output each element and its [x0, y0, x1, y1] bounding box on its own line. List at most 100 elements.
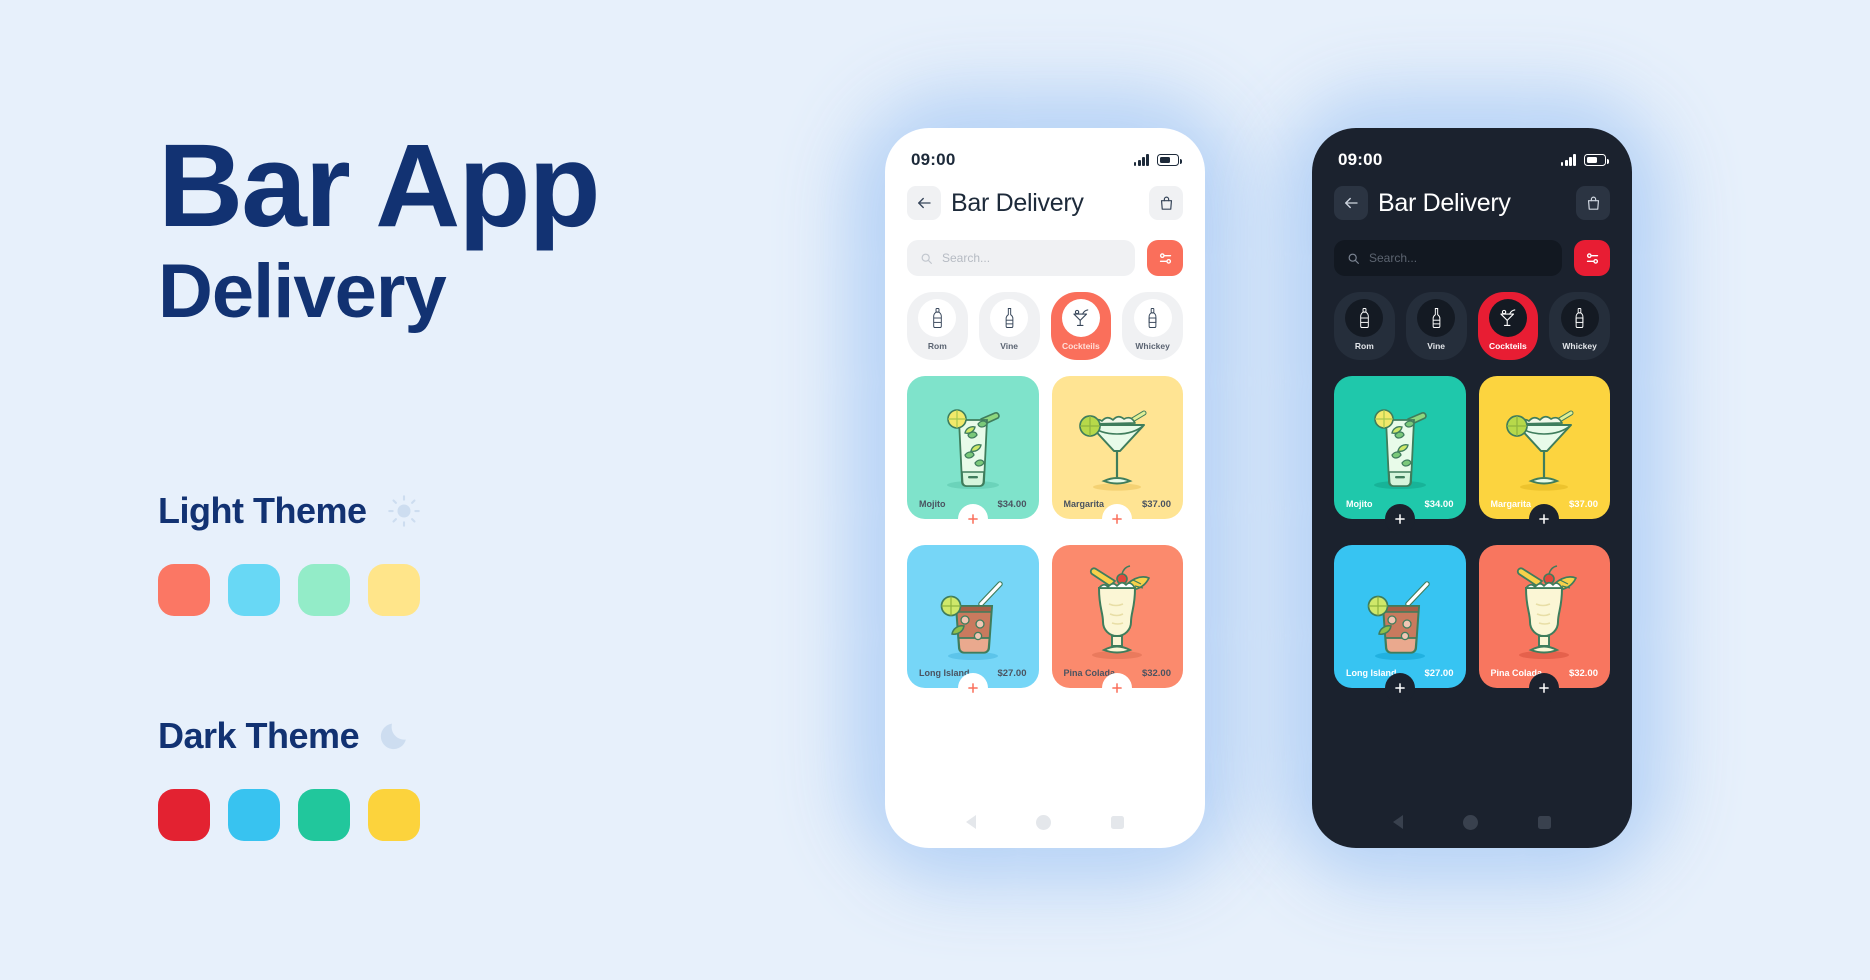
pina-colada-glass-icon	[1061, 554, 1175, 662]
swatch-dark-1	[158, 789, 210, 841]
swatch-light-4	[368, 564, 420, 616]
category-cockteils[interactable]: Cockteils	[1050, 292, 1112, 360]
category-whickey[interactable]: Whickey	[1549, 292, 1610, 360]
product-name: Mojito	[1346, 499, 1373, 509]
category-label: Vine	[1000, 341, 1019, 351]
add-to-cart-button[interactable]	[1102, 673, 1133, 703]
battery-icon	[1157, 154, 1183, 166]
battery-icon	[1584, 154, 1610, 166]
add-to-cart-button[interactable]	[957, 504, 988, 534]
product-name: Mojito	[919, 499, 946, 509]
page-title: Bar App	[158, 120, 601, 252]
rum-bottle-icon	[1345, 299, 1384, 337]
long-island-glass-icon	[916, 554, 1030, 662]
app-title: Bar Delivery	[951, 188, 1084, 217]
mojito-glass-icon	[1343, 385, 1457, 493]
add-to-cart-button[interactable]	[1384, 673, 1415, 703]
cart-button[interactable]	[1576, 186, 1610, 220]
back-arrow-icon	[918, 197, 931, 209]
signal-bars-icon	[1133, 154, 1149, 166]
product-grid: Mojito $34.00 Long Island $27.00 Margari…	[885, 360, 1205, 714]
cart-button[interactable]	[1149, 186, 1183, 220]
wine-bottle-icon	[1417, 299, 1456, 337]
category-vine[interactable]: Vine	[978, 292, 1040, 360]
swatch-light-2	[228, 564, 280, 616]
plus-icon	[1112, 683, 1123, 693]
add-to-cart-button[interactable]	[957, 673, 988, 703]
add-to-cart-button[interactable]	[1102, 504, 1133, 534]
app-title: Bar Delivery	[1378, 188, 1511, 217]
plus-icon	[967, 683, 978, 693]
dark-screen: 09:00 Bar Delivery Search... Rom Vine Co…	[1312, 128, 1632, 848]
product-card-long-island[interactable]: Long Island $27.00	[907, 545, 1039, 703]
category-label: Rom	[1354, 341, 1374, 351]
product-price: $32.00	[1568, 668, 1598, 679]
shopping-bag-icon	[1160, 196, 1172, 210]
nav-back-icon[interactable]	[1393, 815, 1403, 829]
product-card-mojito[interactable]: Mojito $34.00	[907, 376, 1039, 534]
add-to-cart-button[interactable]	[1529, 673, 1560, 703]
plus-icon	[967, 514, 978, 524]
nav-recents-icon[interactable]	[1111, 815, 1124, 829]
filter-button[interactable]	[1574, 240, 1610, 276]
search-input[interactable]: Search...	[907, 240, 1135, 276]
category-list: Rom Vine Cockteils Whickey	[885, 276, 1205, 360]
category-label: Cockteils	[1488, 341, 1527, 351]
product-price: $37.00	[1568, 499, 1598, 510]
search-row: Search...	[1312, 228, 1632, 276]
category-rom[interactable]: Rom	[907, 292, 968, 360]
nav-home-icon[interactable]	[1463, 814, 1478, 830]
product-card-margarita[interactable]: Margarita $37.00	[1478, 376, 1610, 534]
product-card-pina-colada[interactable]: Pina Colada $32.00	[1051, 545, 1183, 703]
long-island-glass-icon	[1343, 554, 1457, 662]
search-placeholder: Search...	[942, 251, 991, 265]
product-card-pina-colada[interactable]: Pina Colada $32.00	[1478, 545, 1610, 703]
product-name: Margarita	[1063, 499, 1105, 509]
nav-back-icon[interactable]	[966, 815, 976, 829]
filter-sliders-icon	[1159, 252, 1171, 264]
plus-icon	[1539, 683, 1550, 693]
moon-icon	[380, 723, 407, 750]
whiskey-bottle-icon	[1133, 299, 1172, 337]
product-column-left: Mojito $34.00 Long Island $27.00	[907, 376, 1039, 714]
nav-home-icon[interactable]	[1036, 814, 1051, 830]
cocktail-glass-icon	[1488, 299, 1527, 337]
page-subtitle: Delivery	[158, 249, 447, 335]
search-input[interactable]: Search...	[1334, 240, 1562, 276]
category-vine[interactable]: Vine	[1405, 292, 1467, 360]
swatch-dark-4	[368, 789, 420, 841]
status-bar: 09:00	[1312, 128, 1632, 172]
hero-text-block: Bar App Delivery	[158, 120, 818, 335]
product-card-long-island[interactable]: Long Island $27.00	[1334, 545, 1466, 703]
add-to-cart-button[interactable]	[1384, 504, 1415, 534]
status-bar: 09:00	[885, 128, 1205, 172]
swatch-dark-3	[298, 789, 350, 841]
category-label: Vine	[1427, 341, 1446, 351]
product-name: Margarita	[1490, 499, 1532, 509]
light-theme-legend: Light Theme	[158, 490, 421, 616]
back-button[interactable]	[1334, 186, 1368, 220]
product-card-mojito[interactable]: Mojito $34.00	[1334, 376, 1466, 534]
dark-theme-phone-mockup: 09:00 Bar Delivery Search... Rom Vine Co…	[1312, 128, 1632, 848]
cocktail-glass-icon	[1061, 299, 1100, 337]
filter-button[interactable]	[1147, 240, 1183, 276]
plus-icon	[1539, 514, 1550, 524]
add-to-cart-button[interactable]	[1529, 504, 1560, 534]
category-rom[interactable]: Rom	[1334, 292, 1395, 360]
sun-icon	[387, 495, 420, 527]
category-cockteils[interactable]: Cockteils	[1477, 292, 1539, 360]
filter-sliders-icon	[1586, 252, 1598, 264]
product-grid: Mojito $34.00 Long Island $27.00 Margari…	[1312, 360, 1632, 714]
product-price: $34.00	[1424, 499, 1454, 510]
back-button[interactable]	[907, 186, 941, 220]
light-screen: 09:00 Bar Delivery Search... Rom Vine Co…	[885, 128, 1205, 848]
light-theme-phone-mockup: 09:00 Bar Delivery Search... Rom Vine Co…	[885, 128, 1205, 848]
light-theme-swatches	[158, 564, 421, 616]
signal-bars-icon	[1560, 154, 1576, 166]
product-column-right: Margarita $37.00 Pina Colada $32.00	[1478, 376, 1610, 714]
category-whickey[interactable]: Whickey	[1122, 292, 1183, 360]
plus-icon	[1394, 514, 1405, 524]
product-card-margarita[interactable]: Margarita $37.00	[1051, 376, 1183, 534]
nav-recents-icon[interactable]	[1538, 815, 1551, 829]
dark-theme-legend: Dark Theme	[158, 715, 420, 841]
